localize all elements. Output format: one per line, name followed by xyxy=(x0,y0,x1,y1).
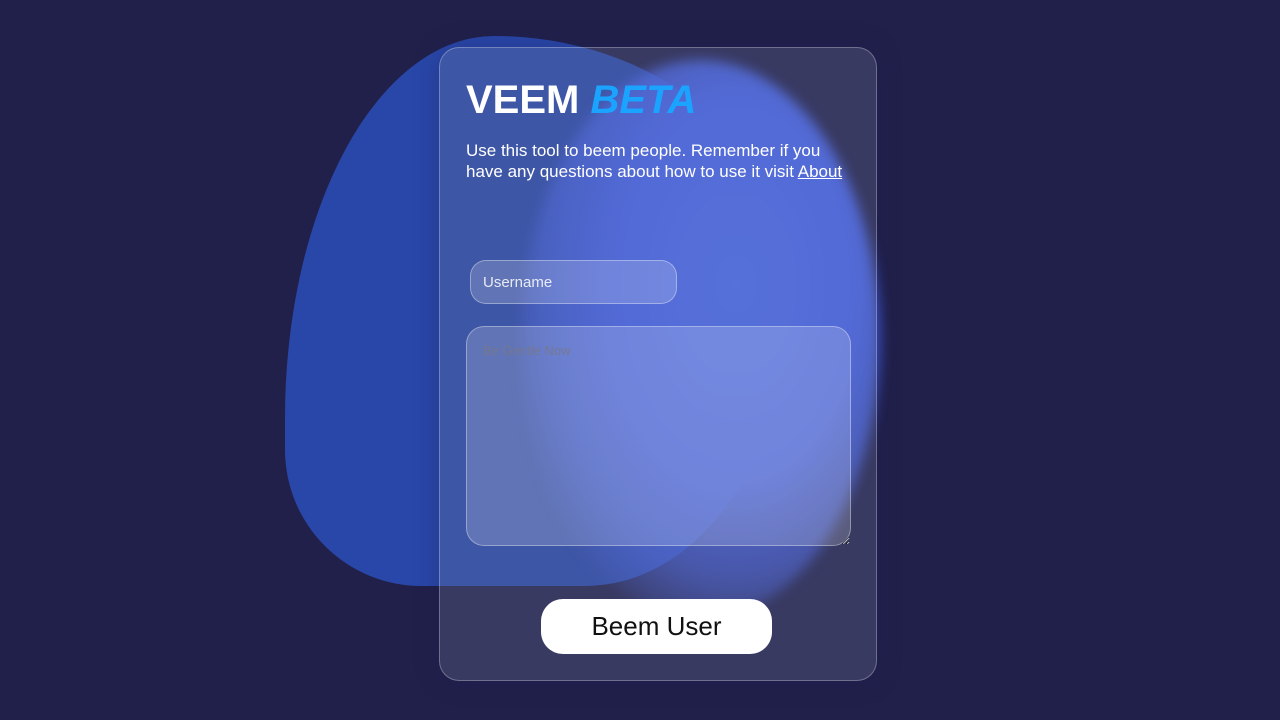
about-link[interactable]: About xyxy=(798,162,842,181)
description-text: Use this tool to beem people. Remember i… xyxy=(466,140,856,182)
beta-badge: BETA xyxy=(590,78,697,122)
username-input[interactable] xyxy=(470,260,677,304)
message-textarea[interactable] xyxy=(466,326,851,546)
description-body: Use this tool to beem people. Remember i… xyxy=(466,141,821,181)
page-title: VEEM BETA xyxy=(466,78,696,122)
page-background: VEEM BETA Use this tool to beem people. … xyxy=(0,0,1280,720)
beem-user-button[interactable]: Beem User xyxy=(541,599,772,654)
beem-card: VEEM BETA Use this tool to beem people. … xyxy=(439,47,877,681)
title-main: VEEM xyxy=(466,78,580,122)
